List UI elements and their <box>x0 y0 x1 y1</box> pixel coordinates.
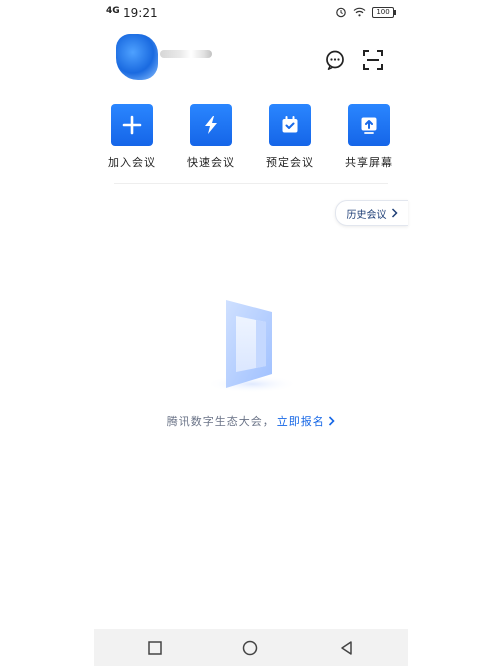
plus-icon <box>122 115 142 135</box>
quick-actions: 加入会议 快速会议 预定会议 共享屏幕 <box>94 104 408 170</box>
action-label: 加入会议 <box>108 156 156 169</box>
user-avatar[interactable] <box>116 34 158 80</box>
action-label: 预定会议 <box>266 156 314 169</box>
alarm-icon <box>336 7 346 18</box>
battery-indicator: 100 <box>372 6 396 18</box>
scan-icon[interactable] <box>362 49 384 71</box>
back-button[interactable] <box>338 639 356 657</box>
promo-text: 腾讯数字生态大会， <box>166 415 275 428</box>
user-name-blurred <box>160 50 212 58</box>
action-label: 快速会议 <box>187 156 235 169</box>
quick-meeting-button[interactable]: 快速会议 <box>181 104 241 170</box>
chevron-right-icon <box>391 208 398 218</box>
chevron-right-icon[interactable] <box>328 416 335 426</box>
schedule-meeting-button[interactable]: 预定会议 <box>260 104 320 170</box>
divider <box>114 183 388 184</box>
wifi-icon <box>353 7 366 17</box>
signal-indicator: 4G <box>106 6 120 16</box>
message-icon[interactable] <box>324 49 346 71</box>
status-bar: 4G 19:21 100 <box>94 0 408 26</box>
history-label: 历史会议 <box>346 209 387 221</box>
lightning-icon <box>205 116 217 134</box>
share-screen-button[interactable]: 共享屏幕 <box>339 104 399 170</box>
home-button[interactable] <box>241 639 259 657</box>
join-meeting-button[interactable]: 加入会议 <box>102 104 162 170</box>
share-screen-icon <box>361 117 377 134</box>
promo-banner: 腾讯数字生态大会， 立即报名 <box>94 413 408 429</box>
status-time: 19:21 <box>123 6 158 20</box>
app-screen: 4G 19:21 100 加入会议 快速会议 预定会议 共享屏幕 历史会议 腾讯… <box>94 0 408 666</box>
system-navigation-bar <box>94 629 408 666</box>
action-label: 共享屏幕 <box>345 156 393 169</box>
recent-apps-button[interactable] <box>146 639 164 657</box>
register-link[interactable]: 立即报名 <box>277 415 325 428</box>
history-meetings-button[interactable]: 历史会议 <box>335 200 408 226</box>
calendar-check-icon <box>282 116 298 133</box>
empty-state-illustration <box>206 300 298 393</box>
